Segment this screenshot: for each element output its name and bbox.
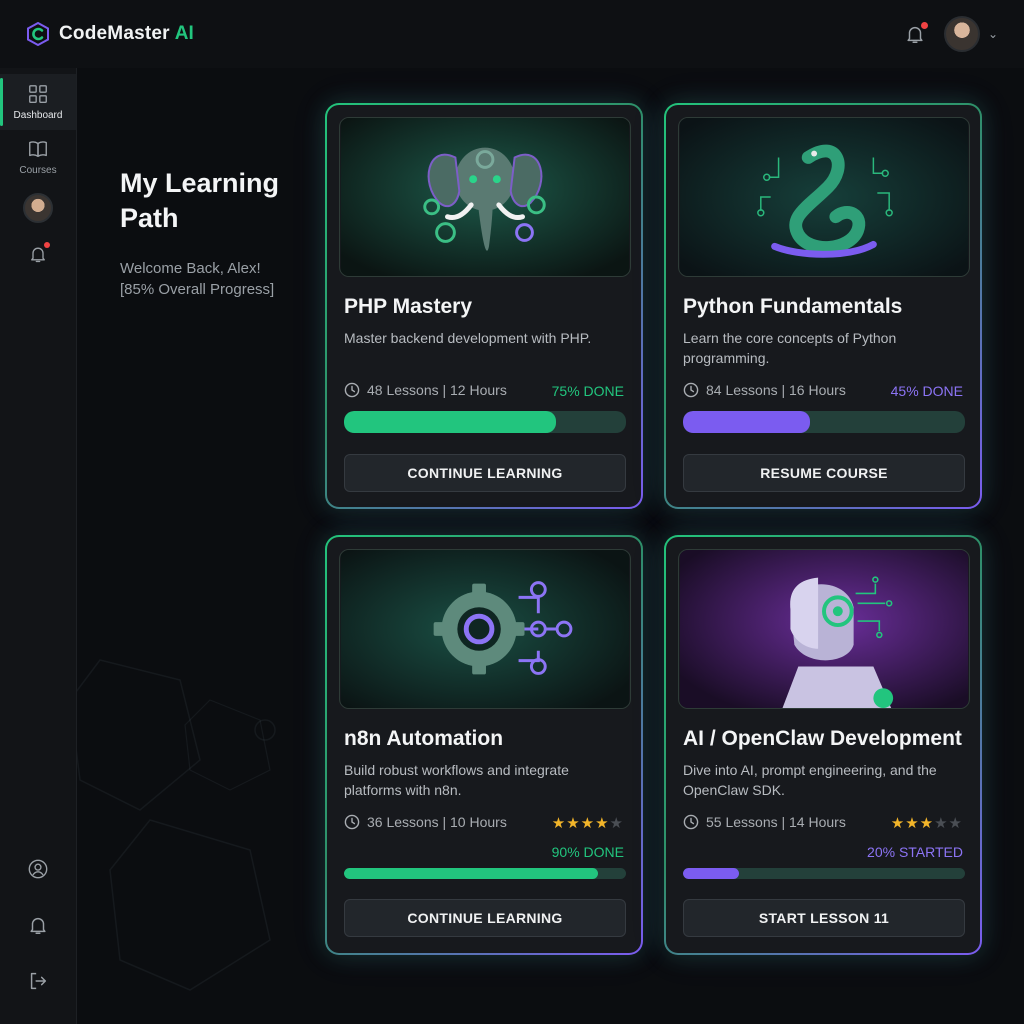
elephant-icon bbox=[340, 118, 630, 276]
sidebar: Dashboard Courses bbox=[0, 68, 77, 1024]
python-snake-icon bbox=[679, 118, 969, 276]
star-filled-icon: ★ bbox=[890, 815, 906, 832]
robot-head-icon bbox=[679, 550, 969, 708]
sidebar-logout[interactable] bbox=[0, 953, 76, 1009]
rating-stars: ★★★★★ bbox=[552, 814, 624, 832]
welcome-message: Welcome Back, Alex! bbox=[120, 260, 261, 277]
course-thumbnail bbox=[339, 549, 631, 709]
progress-fill bbox=[683, 411, 810, 433]
course-lessons-hours: 48 Lessons | 12 Hours bbox=[367, 382, 507, 398]
star-filled-icon: ★ bbox=[919, 815, 935, 832]
sidebar-item-label: Courses bbox=[19, 165, 57, 176]
user-circle-icon bbox=[28, 859, 48, 879]
progress-fill bbox=[344, 411, 556, 433]
notification-badge bbox=[44, 242, 50, 248]
chevron-down-icon[interactable]: ⌄ bbox=[988, 27, 998, 41]
clock-icon bbox=[683, 814, 699, 830]
progress-fill bbox=[683, 868, 740, 879]
notification-badge bbox=[920, 22, 928, 29]
star-filled-icon: ★ bbox=[551, 815, 567, 832]
top-bar: CodeMaster AI ⌄ bbox=[0, 0, 1024, 68]
page-title: My Learning Path bbox=[120, 168, 280, 233]
resume-course-button[interactable]: RESUME COURSE bbox=[683, 454, 965, 492]
user-avatar[interactable] bbox=[943, 16, 980, 52]
progress-bar bbox=[344, 411, 626, 433]
bell-icon bbox=[30, 917, 46, 934]
course-card-python[interactable]: Python Fundamentals Learn the core conce… bbox=[664, 103, 982, 509]
course-card-n8n[interactable]: n8n Automation Build robust workflows an… bbox=[325, 535, 643, 955]
course-status: 45% DONE bbox=[890, 383, 963, 399]
book-icon bbox=[29, 141, 47, 158]
sidebar-item-label: Dashboard bbox=[13, 110, 63, 121]
course-description: Dive into AI, prompt engineering, and th… bbox=[683, 762, 937, 798]
star-filled-icon: ★ bbox=[580, 815, 596, 832]
notifications-button[interactable] bbox=[904, 22, 928, 45]
course-title: Python Fundamentals bbox=[683, 295, 903, 318]
course-thumbnail bbox=[678, 549, 970, 709]
course-title: AI / OpenClaw Development bbox=[683, 727, 962, 750]
course-card-php[interactable]: PHP Mastery Master backend development w… bbox=[325, 103, 643, 509]
course-status: 20% STARTED bbox=[867, 844, 963, 860]
course-description: Build robust workflows and integrate pla… bbox=[344, 762, 569, 798]
codemaster-logo-icon bbox=[27, 22, 49, 46]
course-title: PHP Mastery bbox=[344, 295, 473, 318]
start-lesson-button[interactable]: START LESSON 11 bbox=[683, 899, 965, 937]
logout-icon bbox=[30, 972, 47, 990]
course-thumbnail bbox=[678, 117, 970, 277]
clock-icon bbox=[344, 814, 360, 830]
brand-name: CodeMaster bbox=[59, 23, 170, 44]
course-status: 90% DONE bbox=[551, 844, 624, 860]
bell-icon bbox=[28, 242, 50, 264]
sidebar-account[interactable] bbox=[0, 841, 76, 897]
sidebar-alerts[interactable] bbox=[0, 897, 76, 953]
progress-fill bbox=[344, 868, 598, 879]
progress-bar bbox=[683, 868, 965, 879]
continue-learning-button[interactable]: CONTINUE LEARNING bbox=[344, 454, 626, 492]
course-lessons-hours: 55 Lessons | 14 Hours bbox=[706, 814, 846, 830]
star-filled-icon: ★ bbox=[566, 815, 581, 832]
course-title: n8n Automation bbox=[344, 727, 504, 750]
star-filled-icon: ★ bbox=[905, 815, 920, 832]
top-actions: ⌄ bbox=[904, 16, 998, 52]
brand[interactable]: CodeMaster AI bbox=[26, 22, 194, 46]
star-empty-icon: ★ bbox=[609, 815, 624, 832]
course-meta: 36 Lessons | 10 Hours bbox=[344, 814, 507, 830]
star-empty-icon: ★ bbox=[934, 815, 949, 832]
avatar bbox=[23, 193, 53, 223]
overall-progress: [85% Overall Progress] bbox=[120, 281, 275, 298]
progress-bar bbox=[683, 411, 965, 433]
gear-workflow-icon bbox=[340, 550, 630, 708]
learning-path-header: My Learning Path Welcome Back, Alex! [85… bbox=[120, 166, 310, 300]
course-meta: 55 Lessons | 14 Hours bbox=[683, 814, 846, 830]
course-description: Master backend development with PHP. bbox=[344, 330, 592, 346]
star-empty-icon: ★ bbox=[948, 815, 963, 832]
course-description: Learn the core concepts of Python progra… bbox=[683, 330, 897, 366]
clock-icon bbox=[344, 382, 360, 398]
course-meta: 48 Lessons | 12 Hours bbox=[344, 382, 507, 398]
continue-learning-button[interactable]: CONTINUE LEARNING bbox=[344, 899, 626, 937]
star-filled-icon: ★ bbox=[595, 815, 610, 832]
course-card-ai[interactable]: AI / OpenClaw Development Dive into AI, … bbox=[664, 535, 982, 955]
sidebar-item-courses[interactable]: Courses bbox=[0, 129, 76, 185]
rating-stars: ★★★★★ bbox=[891, 814, 963, 832]
grid-icon bbox=[29, 85, 47, 103]
clock-icon bbox=[683, 382, 699, 398]
course-status: 75% DONE bbox=[551, 383, 624, 399]
course-lessons-hours: 36 Lessons | 10 Hours bbox=[367, 814, 507, 830]
sidebar-item-dashboard[interactable]: Dashboard bbox=[0, 74, 76, 130]
course-lessons-hours: 84 Lessons | 16 Hours bbox=[706, 382, 846, 398]
course-thumbnail bbox=[339, 117, 631, 277]
sidebar-notifications[interactable] bbox=[0, 226, 76, 282]
brand-suffix: AI bbox=[174, 23, 194, 44]
course-meta: 84 Lessons | 16 Hours bbox=[683, 382, 846, 398]
progress-bar bbox=[344, 868, 626, 879]
